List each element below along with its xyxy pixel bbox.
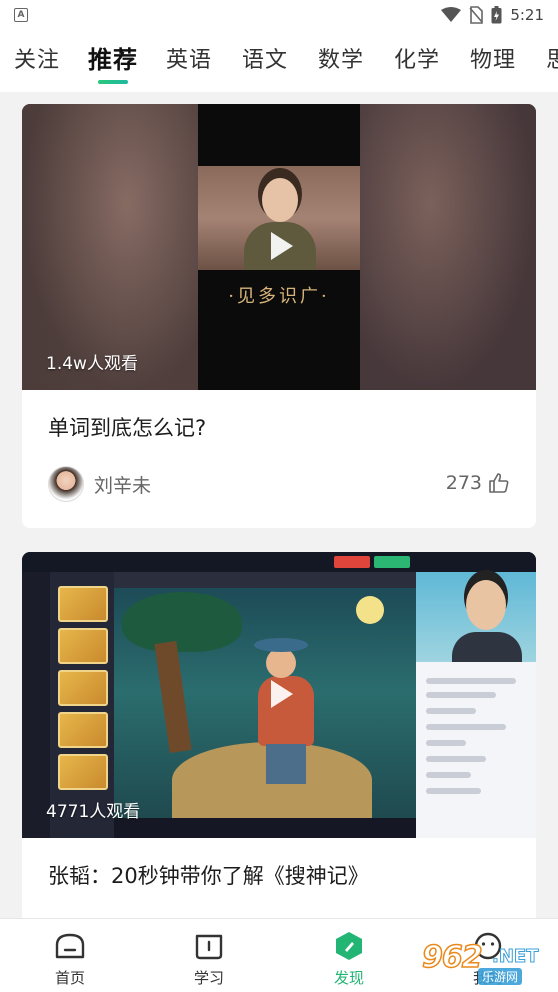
status-time: 5:21: [510, 6, 544, 24]
nav-home-label: 首页: [54, 969, 85, 987]
tab-chemistry[interactable]: 化学: [394, 42, 440, 74]
nav-discover-label: 发现: [333, 969, 364, 987]
play-icon[interactable]: [259, 226, 299, 266]
nav-study[interactable]: 学习: [174, 931, 244, 988]
site-watermark: 962 .NET 乐游网: [418, 936, 558, 988]
watermark-sub: 乐游网: [478, 968, 523, 985]
tab-recommended[interactable]: 推荐: [88, 40, 138, 75]
video-thumbnail[interactable]: 4771人观看: [22, 552, 536, 838]
author-name[interactable]: 刘辛未: [94, 471, 151, 498]
app-notification-icon: A: [14, 8, 28, 22]
tab-follow[interactable]: 关注: [14, 42, 60, 74]
view-count: 1.4w人观看: [46, 354, 138, 374]
tab-english[interactable]: 英语: [166, 42, 212, 74]
book-icon: [195, 934, 223, 960]
watermark-suffix: .NET: [491, 946, 539, 968]
nav-home[interactable]: 首页: [35, 931, 105, 988]
video-title[interactable]: 张韬：20秒钟带你了解《搜神记》: [48, 860, 369, 890]
status-bar: A 5:21: [0, 0, 558, 30]
no-sim-icon: [469, 6, 484, 24]
view-count: 4771人观看: [46, 802, 141, 822]
tab-math[interactable]: 数学: [318, 42, 364, 74]
wifi-icon: [441, 7, 462, 22]
video-card[interactable]: ·见多识广· 1.4w人观看 单词到底怎么记? 刘辛未 273: [22, 104, 536, 528]
tab-physics[interactable]: 物理: [470, 42, 516, 74]
video-overlay-slogan: ·见多识广·: [228, 286, 330, 307]
discover-icon: [336, 932, 362, 960]
nav-discover[interactable]: 发现: [314, 931, 384, 988]
thumbs-up-icon: [489, 473, 509, 493]
battery-charging-icon: [491, 6, 502, 24]
video-feed[interactable]: ·见多识广· 1.4w人观看 单词到底怎么记? 刘辛未 273 4771人观看 …: [0, 92, 558, 918]
author-info[interactable]: 刘辛未: [48, 466, 151, 502]
tab-chinese[interactable]: 语文: [242, 42, 288, 74]
play-icon[interactable]: [259, 674, 299, 714]
video-card[interactable]: 4771人观看 张韬：20秒钟带你了解《搜神记》: [22, 552, 536, 918]
like-count: 273: [445, 472, 482, 494]
category-tabs: 关注 推荐 英语 语文 数学 化学 物理 思: [0, 30, 558, 92]
tab-politics[interactable]: 思: [546, 42, 558, 74]
video-thumbnail[interactable]: ·见多识广· 1.4w人观看: [22, 104, 536, 390]
status-indicators: 5:21: [441, 6, 544, 24]
watermark-brand: 962: [421, 939, 483, 976]
avatar[interactable]: [48, 466, 84, 502]
active-tab-indicator: [98, 80, 128, 84]
video-title[interactable]: 单词到底怎么记?: [48, 412, 206, 442]
nav-study-label: 学习: [193, 969, 224, 987]
like-button[interactable]: 273: [446, 472, 510, 494]
home-icon: [55, 933, 85, 959]
